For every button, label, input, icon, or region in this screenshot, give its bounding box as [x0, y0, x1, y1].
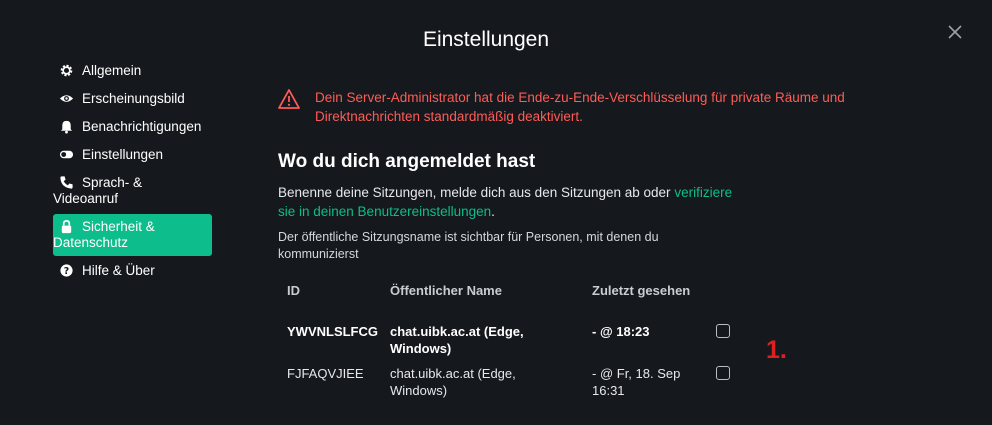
- session-id: FJFAQVJIEE: [287, 366, 364, 381]
- sidebar-item-label: Allgemein: [82, 63, 142, 78]
- sidebar-item-label: Einstellungen: [82, 147, 164, 162]
- e2e-warning: Dein Server-Administrator hat die Ende-z…: [278, 88, 915, 126]
- sidebar-item-notifications[interactable]: Benachrichtigungen: [53, 114, 213, 140]
- sidebar-item-appearance[interactable]: Erscheinungsbild: [53, 86, 213, 112]
- session-last-seen: - @ Fr, 18. Sep 16:31: [592, 366, 681, 398]
- description-text: Benenne deine Sitzungen, melde dich aus …: [278, 185, 671, 200]
- session-name: chat.uibk.ac.at (Edge, Windows): [390, 366, 516, 398]
- sidebar-item-preferences[interactable]: Einstellungen: [53, 142, 213, 168]
- session-select-checkbox[interactable]: [716, 324, 730, 338]
- section-heading: Wo du dich angemeldet hast: [278, 151, 536, 172]
- sidebar-item-help[interactable]: ? Hilfe & Über: [53, 258, 213, 284]
- sidebar-item-general[interactable]: Allgemein: [53, 58, 213, 84]
- sidebar-item-label: Sicherheit & Datenschutz: [53, 219, 155, 250]
- session-select-checkbox[interactable]: [716, 366, 730, 380]
- sidebar-item-label: Sprach- & Videoanruf: [53, 175, 143, 206]
- sidebar-item-voice-video[interactable]: Sprach- & Videoanruf: [47, 170, 213, 212]
- settings-sidebar: Allgemein Erscheinungsbild Benachrichtig…: [53, 58, 213, 286]
- warning-text: Dein Server-Administrator hat die Ende-z…: [315, 90, 845, 124]
- help-icon: ?: [59, 263, 74, 278]
- session-last-seen: - @ 18:23: [592, 324, 650, 339]
- gear-icon: [59, 63, 74, 78]
- warning-icon: [278, 88, 300, 110]
- close-button[interactable]: [944, 21, 966, 43]
- toggle-icon: [59, 147, 74, 162]
- sidebar-item-security[interactable]: Sicherheit & Datenschutz: [53, 214, 212, 256]
- close-icon: [948, 25, 962, 39]
- session-id: YWVNLSLFCG: [287, 324, 378, 339]
- public-name-note: Der öffentliche Sitzungsname ist sichtba…: [278, 230, 659, 261]
- column-header-id: ID: [287, 283, 300, 298]
- eye-icon: [59, 91, 74, 106]
- sidebar-item-label: Erscheinungsbild: [82, 91, 185, 106]
- svg-text:?: ?: [64, 266, 69, 277]
- description-end: .: [491, 204, 495, 219]
- sessions-description: Benenne deine Sitzungen, melde dich aus …: [278, 183, 748, 221]
- column-header-name: Öffentlicher Name: [390, 283, 502, 298]
- bell-icon: [59, 119, 74, 134]
- session-name: chat.uibk.ac.at (Edge, Windows): [390, 324, 524, 356]
- sidebar-item-label: Hilfe & Über: [82, 263, 155, 278]
- column-header-last-seen: Zuletzt gesehen: [592, 283, 691, 298]
- annotation-marker: 1.: [766, 336, 787, 364]
- dialog-title: Einstellungen: [422, 28, 550, 51]
- sidebar-item-label: Benachrichtigungen: [82, 119, 202, 134]
